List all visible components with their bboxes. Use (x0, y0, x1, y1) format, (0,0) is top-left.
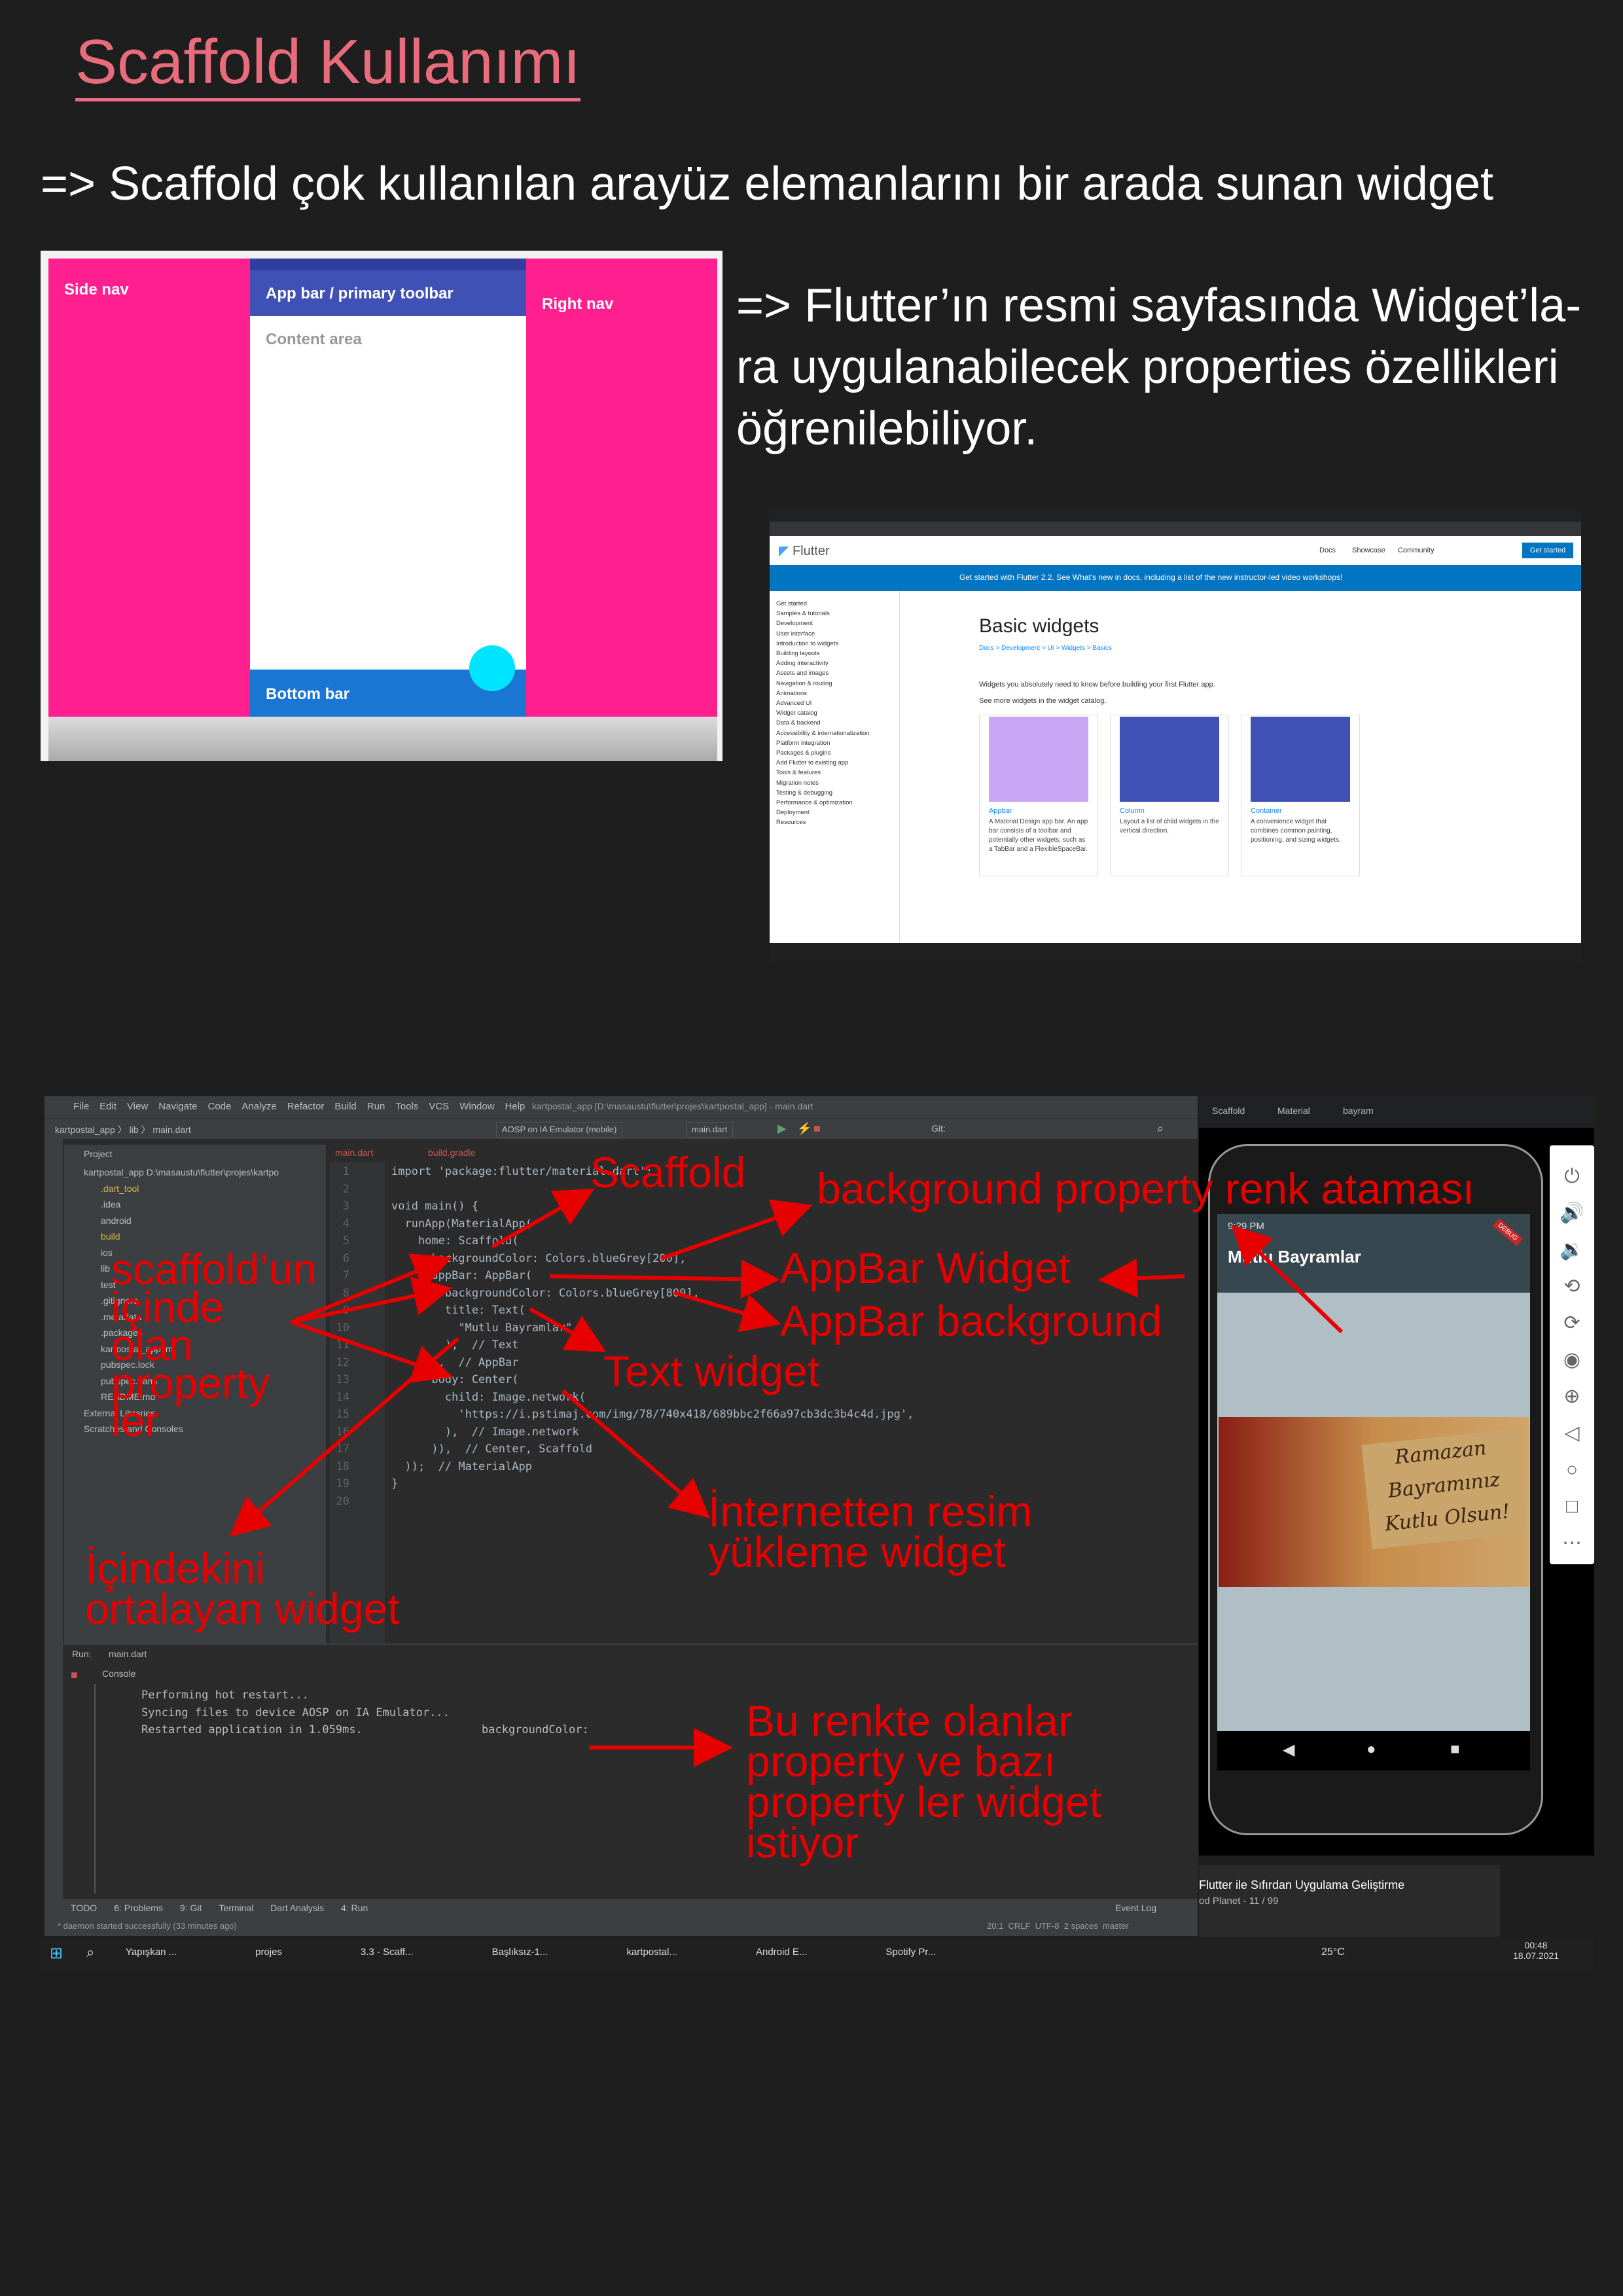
arrow-appbar-bg (673, 1291, 781, 1333)
arrow-prop-1 (290, 1253, 453, 1324)
annotation-arrows (229, 1189, 1344, 1767)
arrow-phone-bg (1231, 1225, 1344, 1334)
arrow-prop-2 (291, 1276, 453, 1324)
arrow-internet (562, 1389, 711, 1518)
arrow-prop-3 (291, 1320, 453, 1383)
arrow-bg-property (660, 1199, 813, 1261)
arrow-scaffold (491, 1189, 595, 1249)
arrow-text (529, 1307, 607, 1352)
arrow-app-title (1098, 1259, 1185, 1298)
arrow-appbar (549, 1259, 780, 1299)
